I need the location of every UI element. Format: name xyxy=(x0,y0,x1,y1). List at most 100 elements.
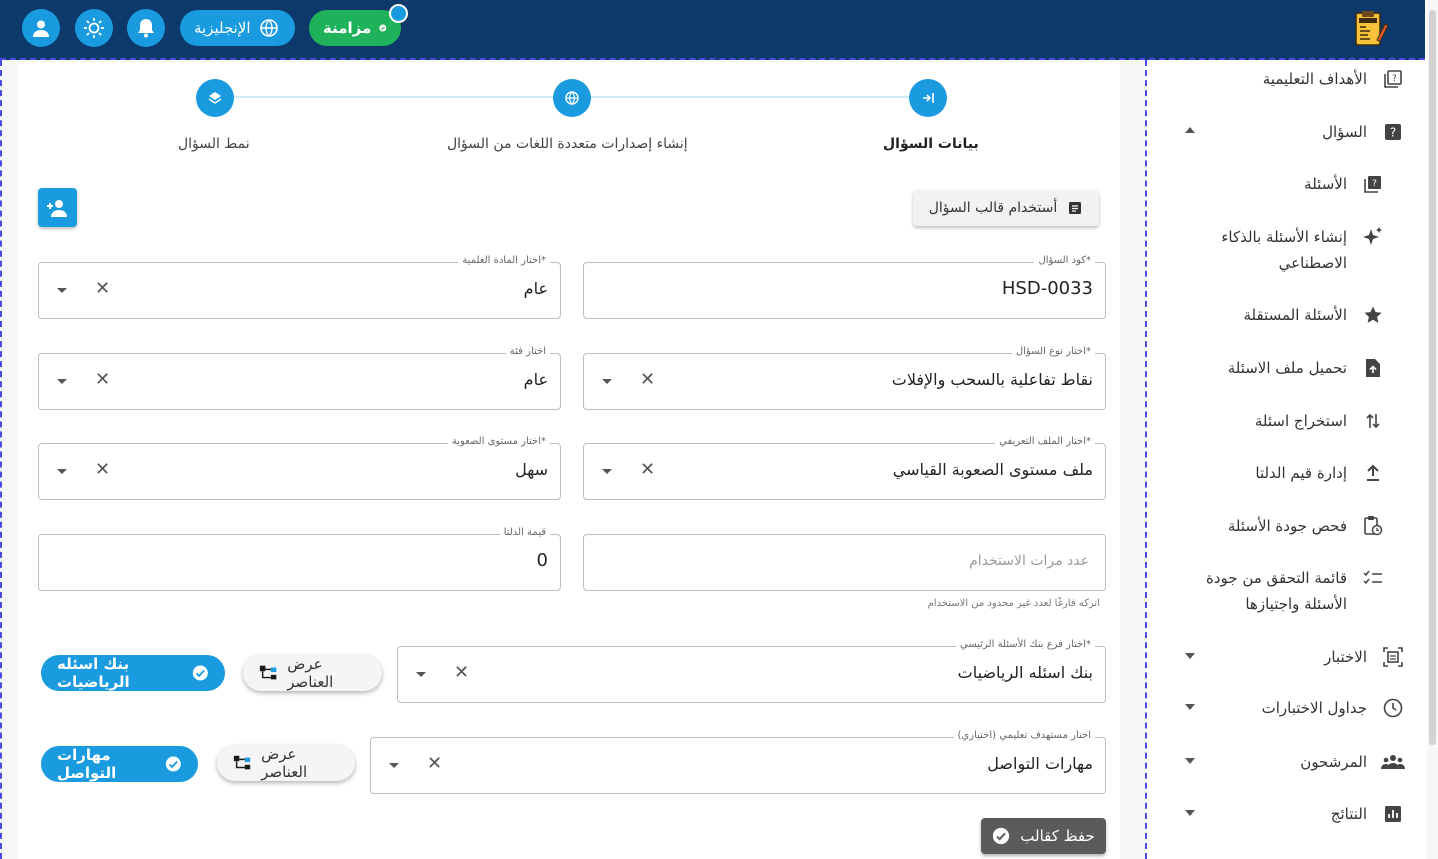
clear-icon[interactable]: ✕ xyxy=(95,369,110,390)
upload-icon xyxy=(1361,461,1385,485)
subject-value: عام xyxy=(523,279,548,298)
save-as-template-button[interactable]: حفظ كقالب xyxy=(981,818,1106,854)
sidebar-item-questions[interactable]: ? الأسئلة xyxy=(1304,171,1385,197)
tree-structure-icon xyxy=(233,755,251,770)
dropdown-arrow-icon[interactable] xyxy=(57,469,67,474)
sidebar: ? الأهداف التعليمية ? السؤال ? الأسئلة إ… xyxy=(1145,60,1425,859)
brightness-icon xyxy=(84,18,104,38)
delta-label: قيمة الدلتا xyxy=(499,527,550,538)
clear-icon[interactable]: ✕ xyxy=(427,753,442,774)
svg-text:?: ? xyxy=(1372,179,1377,189)
bank-branch-select[interactable]: اختار فرع بنك الأسئلة الرئيسي* بنك اسئله… xyxy=(397,639,1106,703)
add-user-button[interactable] xyxy=(38,188,77,227)
view-bank-items-button[interactable]: عرض العناصر xyxy=(243,655,382,691)
category-select[interactable]: اختار فئة عام ✕ xyxy=(38,346,561,410)
checklist-icon xyxy=(1361,566,1385,590)
usage-count-helper: اتركه فارغًا لعدد غير محدود من الاستخدام xyxy=(927,598,1100,609)
sidebar-label: جداول الاختبارات xyxy=(1261,699,1367,717)
svg-text:?: ? xyxy=(1390,126,1396,140)
collapse-caret-icon[interactable] xyxy=(1185,127,1195,133)
swap-vertical-icon xyxy=(1361,409,1385,433)
top-bar: الإنجليزية مزامنة xyxy=(0,0,1425,60)
sparkle-icon xyxy=(1361,225,1385,249)
clear-icon[interactable]: ✕ xyxy=(640,459,655,480)
expand-caret-icon[interactable] xyxy=(1185,810,1195,816)
dropdown-arrow-icon[interactable] xyxy=(602,469,612,474)
sidebar-label-line1: إنشاء الأسئلة بالذكاء xyxy=(1221,228,1347,246)
expand-caret-icon[interactable] xyxy=(1185,758,1195,764)
sidebar-item-question[interactable]: ? السؤال xyxy=(1322,119,1405,145)
dropdown-arrow-icon[interactable] xyxy=(57,379,67,384)
profile-button[interactable] xyxy=(22,9,60,47)
tree-structure-icon xyxy=(259,665,277,680)
sidebar-label: قائمة التحقق من جودة الأسئلة واجتيازها xyxy=(1206,565,1347,617)
star-icon xyxy=(1361,303,1385,327)
sidebar-label-line2: الاصطناعي xyxy=(1278,254,1347,272)
question-type-select[interactable]: اختار نوع السؤال* نقاط تفاعلية بالسحب وا… xyxy=(583,346,1106,410)
clock-icon xyxy=(1381,696,1405,720)
sidebar-item-results[interactable]: النتائج xyxy=(1331,801,1405,827)
learning-target-label: اختار مستهدف تعليمي (اختياري) xyxy=(953,730,1095,741)
sidebar-item-ai-questions[interactable]: إنشاء الأسئلة بالذكاء الاصطناعي xyxy=(1221,224,1385,276)
sidebar-item-candidates[interactable]: المرشحون xyxy=(1300,749,1405,775)
sidebar-label: استخراج اسئلة xyxy=(1254,412,1347,430)
expand-caret-icon[interactable] xyxy=(1185,704,1195,710)
delta-input[interactable]: قيمة الدلتا 0 xyxy=(38,527,561,591)
layers-icon xyxy=(208,92,222,104)
question-type-value: نقاط تفاعلية بالسحب والإفلات xyxy=(891,370,1093,389)
delta-value: 0 xyxy=(536,550,548,571)
question-code-label: كود السؤال* xyxy=(1034,255,1095,266)
sidebar-item-upload-questions-file[interactable]: تحميل ملف الاسئلة xyxy=(1228,355,1385,381)
question-code-field[interactable]: كود السؤال* HSD-0033 xyxy=(583,255,1106,319)
expand-caret-icon[interactable] xyxy=(1185,653,1195,659)
view-target-items-button[interactable]: عرض العناصر xyxy=(217,745,355,781)
document-icon xyxy=(1069,202,1082,214)
quiz-book-icon: ? xyxy=(1361,172,1385,196)
use-template-button[interactable]: أستخدام قالب السؤال xyxy=(913,190,1099,226)
learning-target-chip[interactable]: مهارات التواصل xyxy=(41,746,198,782)
subject-select[interactable]: اختار المادة العلمية* عام ✕ xyxy=(38,255,561,319)
profile-label: اختار الملف التعريفي* xyxy=(995,436,1095,447)
clear-icon[interactable]: ✕ xyxy=(454,662,469,683)
sidebar-item-quality-checklist[interactable]: قائمة التحقق من جودة الأسئلة واجتيازها xyxy=(1206,565,1385,617)
profile-value: ملف مستوى الصعوبة القياسي xyxy=(892,460,1093,479)
dropdown-arrow-icon[interactable] xyxy=(416,672,426,677)
dropdown-arrow-icon[interactable] xyxy=(389,763,399,768)
step-2-circle[interactable] xyxy=(553,79,591,117)
step-1-circle[interactable] xyxy=(909,79,947,117)
dropdown-arrow-icon[interactable] xyxy=(602,379,612,384)
bank-branch-label: اختار فرع بنك الأسئلة الرئيسي* xyxy=(955,639,1095,650)
sidebar-item-learning-objectives[interactable]: ? الأهداف التعليمية xyxy=(1263,66,1405,92)
theme-toggle-button[interactable] xyxy=(75,9,113,47)
step-2-label: إنشاء إصدارات متعددة اللغات من السؤال xyxy=(447,136,688,152)
sync-status-dot xyxy=(389,4,408,23)
sync-label: مزامنة xyxy=(323,19,372,37)
sidebar-item-exam-schedules[interactable]: جداول الاختبارات xyxy=(1262,695,1405,721)
difficulty-select[interactable]: اختار مستوى الصعوبة* سهل ✕ xyxy=(38,436,561,500)
sidebar-item-standalone-questions[interactable]: الأسئلة المستقلة xyxy=(1243,302,1385,328)
language-button[interactable]: الإنجليزية xyxy=(180,10,295,46)
clear-icon[interactable]: ✕ xyxy=(95,459,110,480)
window-scrollbar[interactable] xyxy=(1427,0,1438,859)
learning-target-select[interactable]: اختار مستهدف تعليمي (اختياري) مهارات الت… xyxy=(370,730,1106,794)
step-3-circle[interactable] xyxy=(196,79,234,117)
profile-select[interactable]: اختار الملف التعريفي* ملف مستوى الصعوبة … xyxy=(583,436,1106,500)
bank-branch-chip[interactable]: بنك اسئله الرياضيات xyxy=(41,655,225,691)
use-template-label: أستخدام قالب السؤال xyxy=(928,200,1058,216)
globe-icon xyxy=(565,91,579,105)
exam-logo-icon[interactable] xyxy=(1353,10,1389,48)
sidebar-item-extract-questions[interactable]: استخراج اسئلة xyxy=(1255,408,1385,434)
dropdown-arrow-icon[interactable] xyxy=(57,288,67,293)
sync-button[interactable]: مزامنة xyxy=(309,10,401,46)
clear-icon[interactable]: ✕ xyxy=(640,369,655,390)
window-scrollbar-thumb[interactable] xyxy=(1429,10,1436,745)
clipboard-clock-icon xyxy=(1361,514,1385,538)
sidebar-item-delta-values[interactable]: إدارة قيم الدلتا xyxy=(1255,460,1385,486)
clear-icon[interactable]: ✕ xyxy=(95,278,110,299)
notifications-button[interactable] xyxy=(127,9,165,47)
sidebar-item-quality-check[interactable]: فحص جودة الأسئلة xyxy=(1228,513,1385,539)
usage-count-input[interactable]: عدد مرات الاستخدام xyxy=(583,534,1106,591)
sidebar-item-exam[interactable]: الاختبار xyxy=(1324,644,1405,670)
sidebar-label-line1: قائمة التحقق من جودة xyxy=(1206,569,1347,587)
difficulty-value: سهل xyxy=(515,460,548,479)
